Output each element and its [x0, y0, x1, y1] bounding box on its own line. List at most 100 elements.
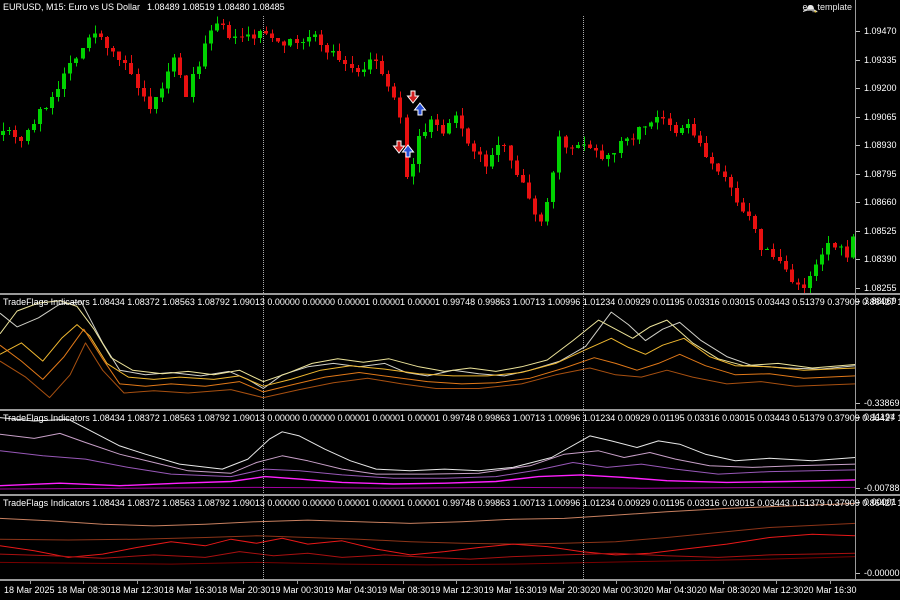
price-tick — [856, 259, 860, 260]
price-tick — [856, 145, 860, 146]
time-label: 20 Mar 04:30 — [643, 585, 697, 595]
gold-line — [0, 324, 856, 387]
firebrick-line — [0, 551, 856, 560]
time-tick — [722, 581, 724, 584]
ea-hat-icon — [803, 5, 818, 13]
time-label: 18 Mar 20:30 — [217, 585, 271, 595]
magenta-line — [0, 474, 856, 487]
price-label: 1.09335 — [864, 55, 897, 65]
indicator-label-1: TradeFlags Indicators 1.08434 1.08372 1.… — [3, 297, 900, 307]
silver-line — [0, 301, 856, 389]
symbol-title: EURUSD, M15: Euro vs US Dollar — [3, 2, 141, 12]
orange-line — [0, 328, 856, 393]
price-label: 1.08525 — [864, 226, 897, 236]
price-chart-panel[interactable]: EURUSD, M15: Euro vs US Dollar 1.08489 1.… — [0, 0, 856, 293]
price-label: 1.09065 — [864, 112, 897, 122]
red-line — [0, 533, 856, 558]
indicator-scale-tick — [856, 403, 860, 404]
price-label: 1.09200 — [864, 83, 897, 93]
price-tick — [856, 31, 860, 32]
indicator-label-3: TradeFlags Indicators 1.08434 1.08372 1.… — [3, 498, 900, 508]
indicator-scale-label: -0.00788 — [864, 483, 900, 493]
price-label: 1.09470 — [864, 26, 897, 36]
indicator-scale-tick — [856, 573, 860, 574]
time-label: 19 Mar 04:30 — [323, 585, 377, 595]
chart-title: EURUSD, M15: Euro vs US Dollar 1.08489 1.… — [3, 2, 285, 12]
indicator-window-3[interactable]: TradeFlags Indicators 1.08434 1.08372 1.… — [0, 496, 900, 579]
brownred-line — [0, 522, 856, 545]
candlestick-chart[interactable] — [0, 0, 856, 293]
price-label: 1.08660 — [864, 197, 897, 207]
time-tick — [509, 581, 511, 584]
time-label: 18 Mar 08:30 — [57, 585, 111, 595]
indicator-label-2: TradeFlags Indicators 1.08434 1.08372 1.… — [3, 413, 900, 423]
indicator-values: 1.08434 1.08372 1.08563 1.08792 1.09013 … — [92, 498, 900, 508]
indicator-chart-2[interactable] — [0, 411, 856, 494]
price-label: 1.08390 — [864, 254, 897, 264]
time-tick — [456, 581, 458, 584]
indicator-values: 1.08434 1.08372 1.08563 1.08792 1.09013 … — [92, 413, 900, 423]
panel-separator[interactable] — [0, 409, 900, 411]
indicator-chart-3[interactable] — [0, 496, 856, 579]
mt-chart-window: EURUSD, M15: Euro vs US Dollar 1.08489 1.… — [0, 0, 900, 600]
white-line — [0, 417, 856, 472]
thistle-line — [0, 432, 856, 475]
sell-arrow — [406, 90, 420, 104]
time-label: 20 Mar 08:30 — [696, 585, 750, 595]
dark-magenta-line — [0, 486, 855, 490]
price-tick — [856, 202, 860, 203]
pale-yellow-line — [0, 300, 856, 383]
price-label: 1.08255 — [864, 283, 897, 293]
time-label: 19 Mar 20:30 — [537, 585, 591, 595]
indicator-scale-label: -0.00000 — [864, 568, 900, 578]
time-axis[interactable]: 18 Mar 2025 18 Mar 08:30 18 Mar 12:30 18 Ma… — [0, 581, 900, 600]
time-label: 20 Mar 00:30 — [590, 585, 644, 595]
indicator-window-2[interactable]: TradeFlags Indicators 1.08434 1.08372 1.… — [0, 411, 900, 494]
ea-template-button[interactable]: ea_template — [802, 2, 852, 13]
time-label: 19 Mar 12:30 — [430, 585, 484, 595]
panel-separator[interactable] — [0, 293, 900, 295]
time-tick — [30, 581, 31, 584]
indicator-name: TradeFlags Indicators — [3, 297, 90, 307]
price-tick — [856, 117, 860, 118]
indicator-window-1[interactable]: TradeFlags Indicators 1.08434 1.08372 1.… — [0, 295, 900, 409]
time-label: 18 Mar 2025 — [4, 585, 55, 595]
indicator-scale-label: -0.33869 — [864, 398, 900, 408]
price-tick — [856, 231, 860, 232]
buy-arrow — [413, 102, 427, 116]
ohlc-values: 1.08489 1.08519 1.08480 1.08485 — [147, 2, 285, 12]
time-tick — [296, 581, 298, 584]
time-tick — [189, 581, 191, 584]
time-tick — [403, 581, 405, 584]
time-tick — [829, 581, 831, 584]
indicator-scale-tick — [856, 488, 860, 489]
indicator-values: 1.08434 1.08372 1.08563 1.08792 1.09013 … — [92, 297, 900, 307]
time-tick — [349, 581, 351, 584]
price-tick — [856, 88, 860, 89]
time-tick — [83, 581, 85, 584]
time-label: 18 Mar 16:30 — [163, 585, 217, 595]
chocolate-line — [0, 342, 856, 399]
time-label: 20 Mar 16:30 — [803, 585, 857, 595]
panel-separator[interactable] — [0, 494, 900, 496]
price-tick — [856, 288, 860, 289]
time-label: 18 Mar 12:30 — [110, 585, 164, 595]
time-tick — [563, 581, 564, 584]
time-tick — [776, 581, 778, 584]
time-tick — [136, 581, 138, 584]
time-label: 19 Mar 08:30 — [377, 585, 431, 595]
indicator-name: TradeFlags Indicators — [3, 498, 90, 508]
time-label: 20 Mar 12:30 — [750, 585, 804, 595]
time-label: 19 Mar 00:30 — [270, 585, 324, 595]
time-label: 19 Mar 16:30 — [483, 585, 537, 595]
price-label: 1.08795 — [864, 169, 897, 179]
panel-separator[interactable] — [0, 579, 900, 581]
time-tick — [616, 581, 618, 584]
price-label: 1.08930 — [864, 140, 897, 150]
time-tick — [243, 581, 245, 584]
indicator-name: TradeFlags Indicators — [3, 413, 90, 423]
price-tick — [856, 60, 860, 61]
price-tick — [856, 174, 860, 175]
time-tick — [669, 581, 671, 584]
indicator-chart-1[interactable] — [0, 295, 856, 409]
